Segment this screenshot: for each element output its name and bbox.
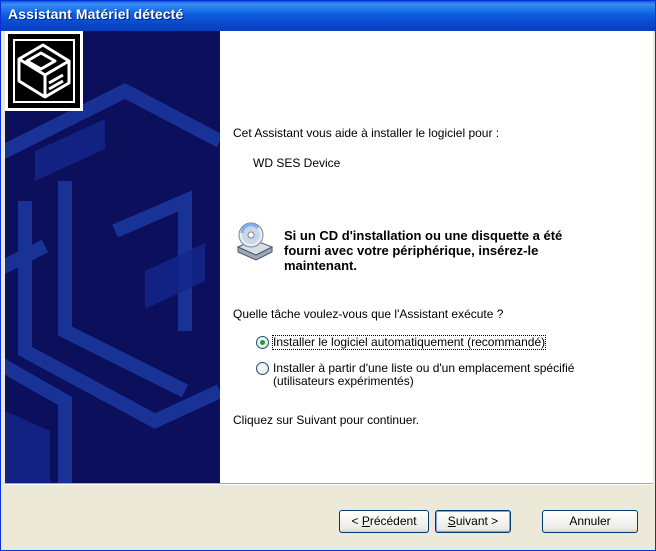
- cd-notice-line2: fourni avec votre périphérique, insérez-…: [284, 243, 539, 258]
- radio-install-from-list-line2: (utilisateurs expérimentés): [273, 374, 414, 388]
- title-bar[interactable]: Assistant Matériel détecté: [1, 1, 655, 31]
- continue-hint: Cliquez sur Suivant pour continuer.: [233, 413, 420, 427]
- wizard-content: Cet Assistant vous aide à installer le l…: [5, 31, 653, 483]
- radio-install-from-list-label[interactable]: Installer à partir d'une liste ou d'un e…: [273, 362, 574, 388]
- footer-separator: [5, 483, 653, 485]
- wizard-window: Assistant Matériel détecté Cet Assistant…: [0, 0, 656, 551]
- window-title: Assistant Matériel détecté: [8, 6, 184, 22]
- cd-drive-icon: [236, 222, 274, 261]
- back-button-label: < Précédent: [351, 511, 416, 532]
- back-rest: récédent: [369, 514, 417, 528]
- cd-notice-line1: Si un CD d'installation ou une disquette…: [284, 228, 563, 243]
- cd-notice: Si un CD d'installation ou une disquette…: [284, 228, 644, 273]
- back-prefix: <: [351, 514, 362, 528]
- hardware-wizard-icon: [5, 31, 83, 111]
- next-button[interactable]: Suivant >: [435, 510, 511, 533]
- radio-selected-dot: [260, 340, 265, 345]
- back-button[interactable]: < Précédent: [339, 510, 429, 533]
- wizard-side-banner: [5, 31, 220, 483]
- cd-notice-line3: maintenant.: [284, 258, 357, 273]
- cancel-button[interactable]: Annuler: [542, 510, 638, 533]
- radio-install-automatic-label[interactable]: Installer le logiciel automatiquement (r…: [271, 335, 547, 350]
- device-name: WD SES Device: [253, 156, 341, 170]
- task-question: Quelle tâche voulez-vous que l'Assistant…: [233, 307, 504, 321]
- next-button-label: Suivant >: [448, 511, 498, 532]
- intro-text: Cet Assistant vous aide à installer le l…: [233, 126, 500, 140]
- radio-install-automatic[interactable]: [256, 336, 269, 349]
- wizard-main-panel: Cet Assistant vous aide à installer le l…: [220, 31, 653, 483]
- radio-install-from-list[interactable]: [256, 362, 269, 375]
- next-rest: uivant >: [455, 514, 499, 528]
- back-mnemonic: P: [361, 514, 370, 528]
- next-mnemonic: S: [447, 514, 456, 528]
